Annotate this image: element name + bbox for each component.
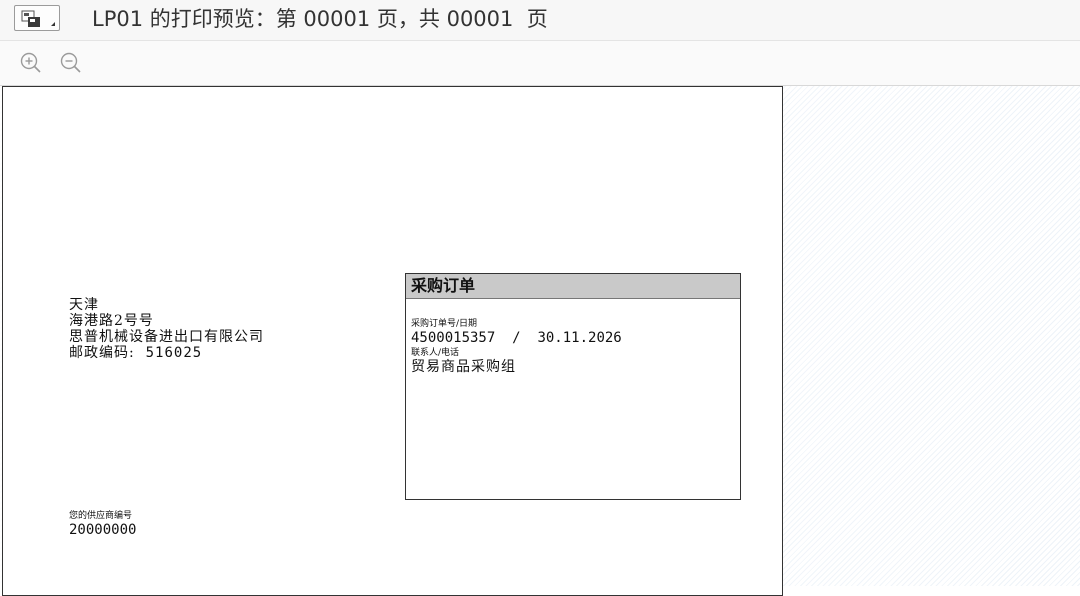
po-date: 30.11.2026: [537, 330, 622, 346]
address-postal: 邮政编码: 516025: [69, 345, 264, 361]
po-title: 采购订单: [406, 274, 740, 299]
vendor-number: 20000000: [69, 522, 137, 538]
address-block: 天津 海港路2号号 思普机械设备进出口有限公司 邮政编码: 516025: [69, 297, 264, 361]
po-separator: /: [512, 330, 521, 346]
zoom-out-button[interactable]: [58, 50, 84, 76]
zoom-in-button[interactable]: [18, 50, 44, 76]
contact-label: 联系人/电话: [411, 348, 460, 358]
zoom-out-icon: [60, 52, 81, 73]
postal-label: 邮政编码:: [69, 345, 135, 361]
po-number-date: 4500015357 / 30.11.2026: [411, 330, 740, 346]
toolbar: [0, 41, 1080, 86]
contact-value: 贸易商品采购组: [411, 359, 516, 375]
vendor-label: 您的供应商编号: [69, 511, 133, 521]
zoom-in-icon: [20, 52, 41, 73]
purchase-order-box: 采购订单 采购订单号/日期 4500015357 / 30.11.2026 联系…: [405, 273, 741, 500]
vendor-block: 您的供应商编号 20000000: [69, 511, 136, 538]
postal-code: 516025: [145, 345, 203, 361]
print-page: 天津 海港路2号号 思普机械设备进出口有限公司 邮政编码: 516025 采购订…: [2, 86, 783, 596]
po-number-label: 采购订单号/日期: [411, 319, 478, 329]
title-bar: LP01 的打印预览：第 00001 页，共 00001 页: [0, 0, 1080, 41]
address-street: 海港路2号号: [69, 313, 154, 329]
menu-button[interactable]: [14, 5, 60, 31]
address-city: 天津: [69, 297, 99, 313]
window-title: LP01 的打印预览：第 00001 页，共 00001 页: [92, 7, 548, 31]
address-company: 思普机械设备进出口有限公司: [69, 329, 264, 345]
preview-area[interactable]: 天津 海港路2号号 思普机械设备进出口有限公司 邮政编码: 516025 采购订…: [0, 86, 1080, 596]
menu-icon: [21, 10, 55, 27]
po-number: 4500015357: [411, 330, 496, 346]
